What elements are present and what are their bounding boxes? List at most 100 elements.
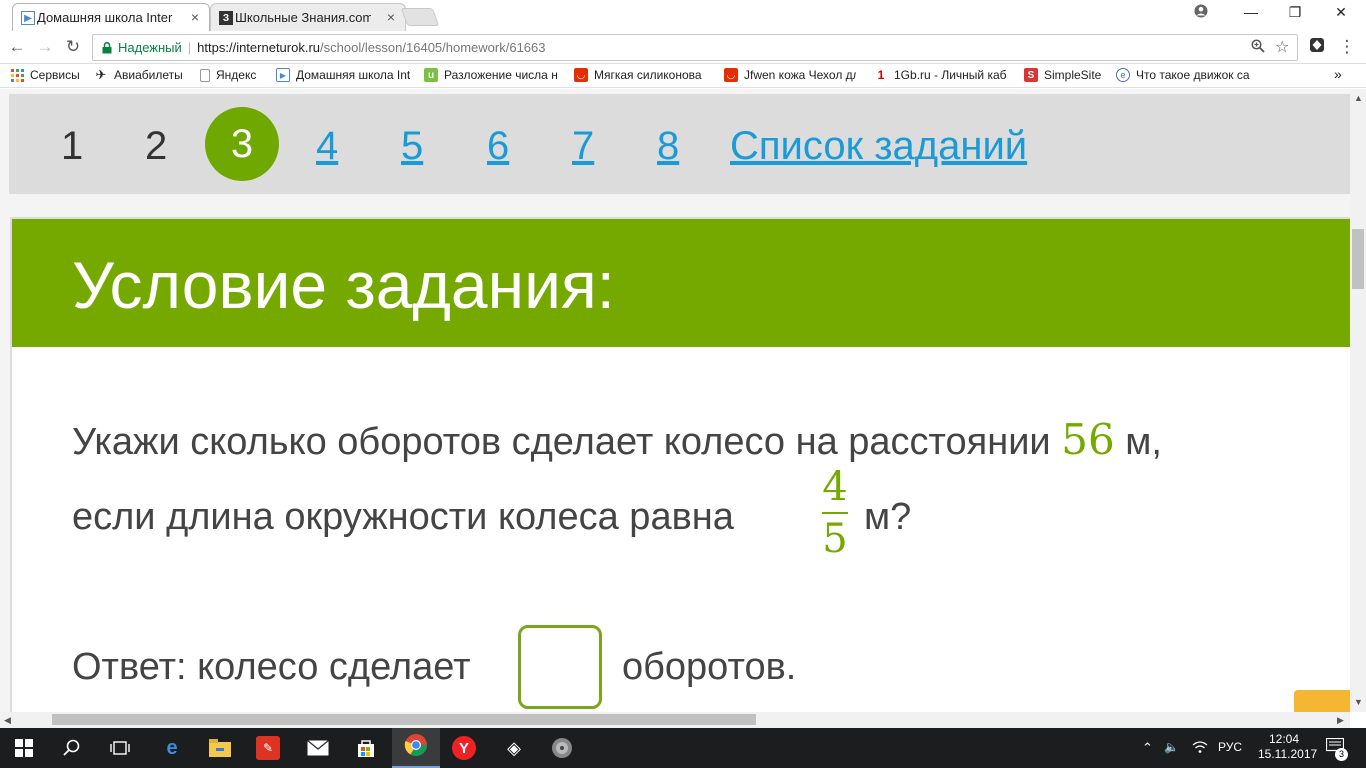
menu-icon[interactable]: ⋮ [1336,37,1358,57]
page-viewport: 1 2 3 4 5 6 7 8 Список заданий Условие з… [0,89,1350,712]
volume-icon[interactable]: 🔈 [1164,740,1179,754]
unity-icon[interactable]: ◈ [502,736,526,760]
bookmark-label: Разложение числа н [444,68,558,82]
vertical-scroll-thumb[interactable] [1352,229,1364,289]
tab-znania[interactable]: З Школьные Знания.com × [210,3,406,31]
bookmark-chto-takoe-dvizhok[interactable]: e Что такое движок са [1116,68,1254,82]
profile-icon[interactable] [1186,4,1216,21]
search-icon[interactable] [60,736,84,760]
bookmark-services[interactable]: Сервисы [10,68,80,82]
file-explorer-icon[interactable] [208,736,232,760]
scroll-right-arrow-icon[interactable]: ▶ [1337,715,1344,726]
task-link-6[interactable]: 6 [487,124,509,169]
close-window-button[interactable]: ✕ [1326,4,1356,21]
znania-icon: З [219,11,233,25]
question-text: м, [1114,421,1162,463]
horizontal-scrollbar[interactable]: ◀ ▶ [0,712,1350,728]
task-number-1[interactable]: 1 [61,124,83,169]
reload-button[interactable]: ↻ [62,37,84,57]
task-number-2[interactable]: 2 [145,124,167,169]
tab-close-icon[interactable]: × [191,9,199,25]
yandex-browser-icon[interactable]: Y [452,736,476,760]
task-card: Условие задания: Укажи сколько оборотов … [10,217,1350,712]
task-link-4[interactable]: 4 [316,124,338,169]
bookmarks-bar: Сервисы ✈ Авиабилеты Яндекс ▶ Домашняя ш… [0,64,1366,88]
answer-input[interactable] [518,625,602,709]
play-icon: ▶ [276,68,290,82]
bookmark-label: 1Gb.ru - Личный каб [894,68,1006,82]
tab-close-icon[interactable]: × [387,9,395,25]
forward-button[interactable]: → [34,37,56,57]
play-icon: ▶ [21,11,35,25]
clock-date: 15.11.2017 [1258,747,1318,761]
omnibox-separator: | [187,40,192,55]
condition-title: Условие задания: [72,248,616,322]
u-icon: u [424,68,438,82]
tray-chevron-up-icon[interactable]: ⌃ [1142,740,1153,756]
task-link-8[interactable]: 8 [657,124,679,169]
bookmark-simplesite[interactable]: S SimpleSite [1024,68,1101,82]
question-line-1: Укажи сколько оборотов сделает колесо на… [72,415,1162,464]
circumference-fraction: 4 5 [818,464,852,562]
bookmark-label: Мягкая силиконова [594,68,702,82]
task-link-5[interactable]: 5 [401,124,423,169]
scroll-down-arrow-icon[interactable]: ▼ [1354,697,1363,707]
bookmark-myagkaya[interactable]: ◡ Мягкая силиконова [574,68,706,82]
new-tab-button[interactable] [400,8,440,26]
bookmark-domashnyaya-shkola[interactable]: ▶ Домашняя школа Int [276,68,410,82]
windows-taskbar: e ✎ Y ◈ ⌃ 🔈 РУС 12:04 15.11.2017 3 [0,728,1366,768]
minimize-button[interactable]: — [1236,4,1266,20]
question-unit: м? [864,496,912,538]
star-icon[interactable]: ☆ [1275,37,1289,57]
input-language[interactable]: РУС [1218,740,1242,754]
apps-grid-icon [10,68,24,82]
browser-toolbar: ← → ↻ Надежный | https://interneturok.ru… [0,31,1366,64]
bookmark-yandex[interactable]: Яндекс [200,68,256,82]
address-bar[interactable]: Надежный | https://interneturok.ru/schoo… [92,34,1298,61]
bookmarks-overflow-button[interactable]: » [1334,66,1342,82]
horizontal-scroll-thumb[interactable] [52,714,756,725]
bookmark-1gb[interactable]: 1 1Gb.ru - Личный каб [874,68,1006,82]
wifi-icon[interactable] [1192,740,1208,757]
bookmark-aviabilety[interactable]: ✈ Авиабилеты [94,67,183,82]
maximize-button[interactable]: ❐ [1280,4,1310,21]
task-view-icon[interactable] [108,736,132,760]
answer-prefix: Ответ: колесо сделает [72,646,471,688]
store-icon[interactable] [354,736,378,760]
condition-header: Условие задания: [12,219,1350,347]
scroll-up-arrow-icon[interactable]: ▲ [1354,93,1363,103]
app-red-icon[interactable]: ✎ [256,736,280,760]
app-disc-icon[interactable] [550,736,574,760]
task-number-3-current[interactable]: 3 [205,107,279,181]
secure-label: Надежный [118,40,182,55]
back-button[interactable]: ← [6,37,28,57]
question-text: если длина окружности колеса равна [72,496,734,538]
bookmark-jfwen[interactable]: ◡ Jfwen кожа Чехол дл [724,68,856,82]
chrome-taskbar-button[interactable] [392,728,440,768]
question-text: Укажи сколько оборотов сделает колесо на… [72,421,1062,463]
bookmark-label: SimpleSite [1044,68,1102,82]
chrome-icon [404,733,428,762]
side-panel-toggle[interactable]: ‹ [1294,690,1350,712]
1gb-icon: 1 [877,68,885,82]
mail-icon[interactable] [306,736,330,760]
bookmark-razlozhenie[interactable]: u Разложение числа н [424,68,558,82]
edge-icon[interactable]: e [160,736,184,760]
windows-start-icon[interactable] [12,736,36,760]
fraction-denominator: 5 [822,516,848,562]
tab-interneturok[interactable]: ▶ Домашняя школа Intern × [12,3,210,31]
task-list-link[interactable]: Список заданий [730,124,1027,169]
extension-icon[interactable] [1306,37,1328,58]
task-link-7[interactable]: 7 [572,124,594,169]
url-host: https://interneturok.ru [197,40,321,55]
notification-count-badge: 3 [1335,748,1348,761]
zoom-icon[interactable] [1251,39,1265,56]
bookmark-label: Домашняя школа Int [296,68,410,82]
scroll-left-arrow-icon[interactable]: ◀ [4,715,11,726]
vertical-scrollbar[interactable]: ▲ ▼ [1350,89,1366,712]
question-line-2: если длина окружности колеса равна [72,496,734,539]
chevron-left-icon: ‹ [1316,703,1327,712]
clock[interactable]: 12:04 15.11.2017 [1258,732,1318,762]
bookmark-label: Сервисы [30,68,80,82]
fraction-bar [822,512,848,514]
